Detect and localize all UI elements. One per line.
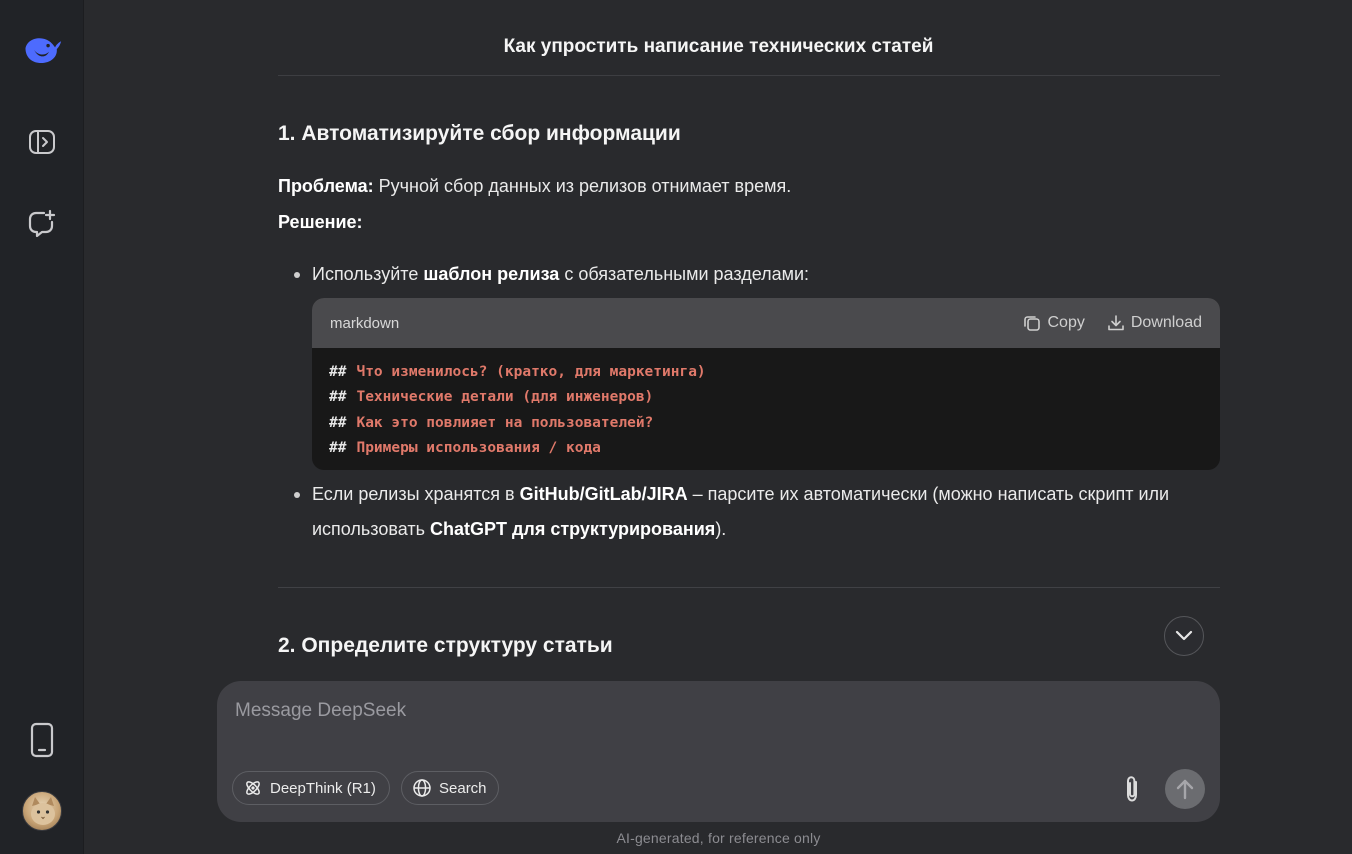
mobile-app-icon[interactable] <box>22 720 62 760</box>
section-heading-1: 1. Автоматизируйте сбор информации <box>278 122 681 145</box>
code-line: ## Что изменилось? (кратко, для маркетинг… <box>329 360 1203 385</box>
paperclip-icon <box>1127 776 1137 802</box>
code-text: Как это повлияет на пользователей? <box>356 414 654 431</box>
problem-text: Ручной сбор данных из релизов отнимает в… <box>373 176 792 196</box>
bullet-dot <box>294 272 300 278</box>
copy-label: Copy <box>1047 314 1085 331</box>
arrow-up-icon <box>1176 779 1194 800</box>
sidebar-toggle-icon[interactable] <box>22 122 62 162</box>
download-button[interactable]: Download <box>1107 314 1202 332</box>
problem-label: Проблема: <box>278 176 374 196</box>
list-item-text: с обязательными разделами: <box>559 264 810 284</box>
code-text: Что изменилось? (кратко, для маркетинга) <box>356 364 706 380</box>
chevron-down-icon <box>1175 630 1193 641</box>
section-heading-2: 2. Определите структуру статьи <box>278 634 613 657</box>
code-hash: ## <box>329 364 347 380</box>
code-line: ## Как это повлияет на пользователей? <box>329 411 1203 436</box>
list-item-bold: ChatGPT для структурирования <box>429 519 716 539</box>
copy-icon <box>1024 316 1041 331</box>
globe-icon <box>413 779 431 797</box>
section-divider <box>278 587 1220 588</box>
code-hash: ## <box>329 414 347 431</box>
list-item-bold: GitHub/GitLab/JIRA <box>519 484 688 504</box>
deepseek-logo-icon[interactable] <box>22 30 62 70</box>
assistant-message: 1. Автоматизируйте сбор информации Пробл… <box>278 76 1220 680</box>
list-item-text: Если релизы хранятся в <box>312 484 520 504</box>
bullet-dot <box>294 492 300 498</box>
attach-button[interactable] <box>1117 771 1147 807</box>
chat-main: Как упростить написание технических стат… <box>85 0 1352 854</box>
code-line: ## Технические детали (для инженеров) <box>329 385 1203 410</box>
code-content: ## Что изменилось? (кратко, для маркетинг… <box>312 348 1220 470</box>
code-text: Технические детали (для инженеров) <box>356 389 654 406</box>
code-block-header: markdown Copy Download <box>312 298 1220 348</box>
problem-paragraph: Проблема: Ручной сбор данных из релизов … <box>278 176 791 197</box>
page-title: Как упростить написание технических стат… <box>503 36 934 57</box>
code-text: Примеры использования / кода <box>356 439 601 456</box>
search-label: Search <box>439 779 487 797</box>
sidebar <box>0 0 84 854</box>
deepthink-label: DeepThink (R1) <box>270 779 376 797</box>
download-label: Download <box>1130 314 1202 331</box>
atom-icon <box>246 781 260 795</box>
code-language-label: markdown <box>330 314 400 332</box>
download-icon <box>1108 315 1124 331</box>
deepthink-button[interactable]: DeepThink (R1) <box>232 771 390 805</box>
list-item-text: Используйте <box>312 264 424 284</box>
copy-button[interactable]: Copy <box>1023 314 1085 332</box>
solution-label: Решение: <box>278 212 363 232</box>
list-item-bold: шаблон релиза <box>423 264 560 284</box>
solution-paragraph: Решение: <box>278 212 363 233</box>
code-hash: ## <box>329 389 347 406</box>
message-input[interactable] <box>235 700 1095 722</box>
code-line: ## Примеры использования / кода <box>329 436 1203 461</box>
message-composer: DeepThink (R1) Search <box>217 681 1220 822</box>
list-item-text: ). <box>715 519 727 539</box>
code-hash: ## <box>329 439 347 456</box>
disclaimer: AI-generated, for reference only <box>616 830 821 846</box>
list-item: Если релизы хранятся в GitHub/GitLab/JIR… <box>312 477 1212 547</box>
list-item: Используйте шаблон релиза с обязательным… <box>312 257 1212 292</box>
send-button[interactable] <box>1165 769 1205 809</box>
new-chat-icon[interactable] <box>22 204 62 244</box>
search-button[interactable]: Search <box>401 771 499 805</box>
user-avatar[interactable] <box>22 791 62 831</box>
code-block: markdown Copy Download ## Что изменилось?… <box>312 298 1220 470</box>
scroll-to-bottom-button[interactable] <box>1164 616 1204 656</box>
